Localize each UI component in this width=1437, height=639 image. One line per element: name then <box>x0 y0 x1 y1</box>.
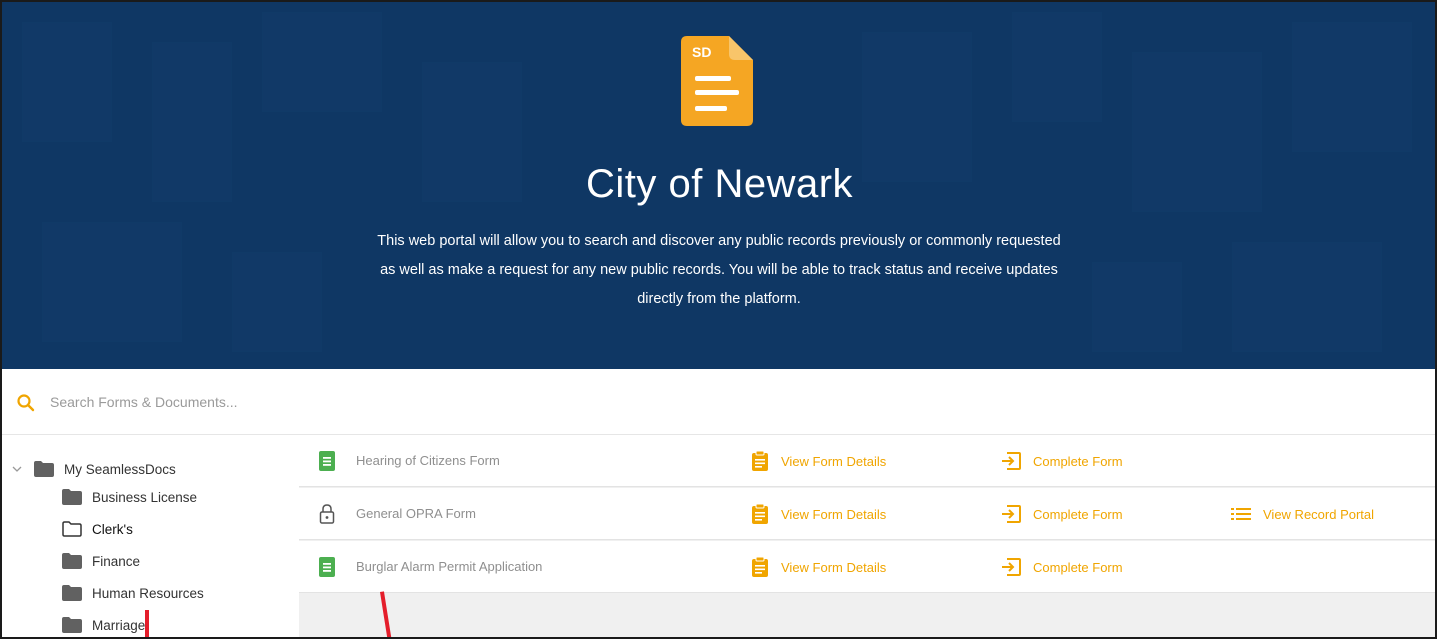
form-name[interactable]: Hearing of Citizens Form <box>356 453 500 468</box>
clipboard-icon <box>752 504 768 524</box>
view-form-details-button[interactable]: View Form Details <box>751 451 886 471</box>
complete-form-button[interactable]: Complete Form <box>1001 504 1123 524</box>
forms-list: Hearing of Citizens Form View Form Detai… <box>299 435 1435 637</box>
chevron-down-icon[interactable] <box>10 462 24 476</box>
form-name[interactable]: Burglar Alarm Permit Application <box>356 559 542 574</box>
complete-form-button[interactable]: Complete Form <box>1001 451 1123 471</box>
tree-item-label: Human Resources <box>92 585 204 601</box>
form-row: Hearing of Citizens Form View Form Detai… <box>299 435 1435 487</box>
folder-filled-icon <box>62 617 82 633</box>
tree-item-label: My SeamlessDocs <box>64 461 176 477</box>
view-form-details-label: View Form Details <box>781 506 887 522</box>
app-window: SD City of Newark This web portal will a… <box>0 0 1437 639</box>
form-name[interactable]: General OPRA Form <box>356 506 476 521</box>
annotation-mark <box>145 610 149 637</box>
complete-form-label: Complete Form <box>1033 559 1123 575</box>
tree-item-label: Business License <box>92 489 198 505</box>
view-form-details-label: View Form Details <box>781 559 887 575</box>
form-row: Burglar Alarm Permit Application View Fo… <box>299 541 1435 593</box>
folder-outline-icon <box>62 521 82 537</box>
tree-item-finance[interactable]: Finance <box>62 547 140 575</box>
search-input[interactable] <box>50 389 650 415</box>
clipboard-icon <box>752 451 768 471</box>
view-form-details-button[interactable]: View Form Details <box>751 504 886 524</box>
view-form-details-label: View Form Details <box>781 453 887 469</box>
tree-item-label: Clerk's <box>92 521 133 537</box>
folder-filled-icon <box>62 489 82 505</box>
view-form-details-button[interactable]: View Form Details <box>751 557 886 577</box>
logo-text: SD <box>692 44 712 60</box>
view-record-portal-label: View Record Portal <box>1263 506 1375 522</box>
tree-item-my-seamlessdocs[interactable]: My SeamlessDocs <box>2 455 176 483</box>
tree-item-business-license[interactable]: Business License <box>62 483 197 511</box>
tree-item-clerks[interactable]: Clerk's <box>62 515 133 543</box>
hero-description: This web portal will allow you to search… <box>377 233 1061 307</box>
enter-arrow-icon <box>1002 505 1021 523</box>
form-row: General OPRA Form View Form Details Comp… <box>299 488 1435 540</box>
search-icon <box>17 394 35 412</box>
complete-form-label: Complete Form <box>1033 453 1123 469</box>
enter-arrow-icon <box>1002 558 1021 576</box>
complete-form-button[interactable]: Complete Form <box>1001 557 1123 577</box>
view-record-portal-button[interactable]: View Record Portal <box>1231 504 1374 524</box>
tree-item-label: Marriage <box>92 617 146 633</box>
enter-arrow-icon <box>1002 452 1021 470</box>
document-icon <box>319 451 335 471</box>
tree-item-label: Finance <box>92 553 141 569</box>
clipboard-icon <box>752 557 768 577</box>
page-title: City of Newark <box>585 162 854 206</box>
tree-item-marriage[interactable]: Marriage <box>62 611 146 637</box>
folder-filled-icon <box>62 553 82 569</box>
search-bar <box>2 369 1435 435</box>
complete-form-label: Complete Form <box>1033 506 1123 522</box>
tree-item-human-resources[interactable]: Human Resources <box>62 579 204 607</box>
folder-filled-icon <box>62 585 82 601</box>
folder-filled-icon <box>34 461 54 477</box>
lock-icon <box>319 504 335 524</box>
list-icon <box>1231 508 1251 520</box>
document-icon <box>319 557 335 577</box>
hero-banner: SD City of Newark This web portal will a… <box>2 2 1435 369</box>
folder-tree: My SeamlessDocs Business License Clerk's… <box>2 435 299 637</box>
